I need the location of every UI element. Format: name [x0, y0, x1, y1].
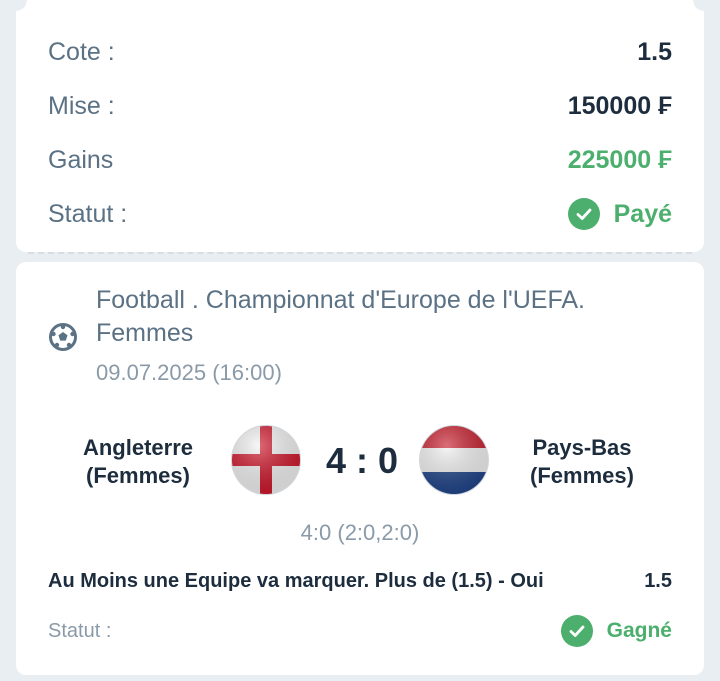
- home-team-category: (Femmes): [86, 463, 190, 488]
- winnings-row: Gains 225000 ₣: [48, 143, 672, 177]
- home-team-name: Angleterre: [82, 435, 194, 460]
- check-circle-icon: [560, 615, 593, 647]
- event-status-indicator: Gagné: [560, 615, 672, 647]
- odds-value: 1.5: [637, 37, 672, 66]
- status-row: Statut : Payé: [48, 197, 672, 231]
- market-description: Au Moins une Equipe va marquer. Plus de …: [48, 570, 544, 592]
- check-circle-icon: [567, 198, 600, 230]
- stake-row: Mise : 150000 ₣: [48, 89, 672, 123]
- league-title: Football . Championnat d'Europe de l'UEF…: [96, 286, 585, 347]
- event-status-row: Statut : Gagné: [48, 614, 672, 648]
- match-score: 4 : 0: [325, 440, 399, 481]
- event-status-label: Statut :: [48, 619, 112, 642]
- england-flag-icon: [231, 425, 301, 495]
- netherlands-flag-icon: [419, 425, 489, 495]
- away-team-category: (Femmes): [530, 463, 634, 488]
- soccer-ball-icon: [49, 323, 77, 351]
- away-team-name: Pays-Bas: [532, 435, 632, 460]
- odds-row: Cote : 1.5: [48, 35, 672, 69]
- market-odds: 1.5: [644, 570, 672, 592]
- status-label: Statut :: [48, 199, 128, 228]
- winnings-label: Gains: [48, 145, 114, 174]
- status-indicator: Payé: [567, 198, 672, 230]
- market-row: Au Moins une Equipe va marquer. Plus de …: [48, 570, 672, 593]
- event-status-value: Gagné: [606, 619, 672, 642]
- status-value: Payé: [613, 199, 672, 228]
- stake-label: Mise :: [48, 91, 115, 120]
- match-datetime: 09.07.2025 (16:00): [96, 360, 282, 385]
- stake-value: 150000 ₣: [567, 91, 672, 120]
- score-detail: 4:0 (2:0,2:0): [300, 520, 420, 545]
- winnings-value: 225000 ₣: [567, 145, 672, 174]
- odds-label: Cote :: [48, 37, 115, 66]
- home-team: Angleterre (Femmes): [48, 434, 228, 490]
- ticket-divider: [28, 252, 692, 254]
- away-team: Pays-Bas (Femmes): [492, 434, 672, 490]
